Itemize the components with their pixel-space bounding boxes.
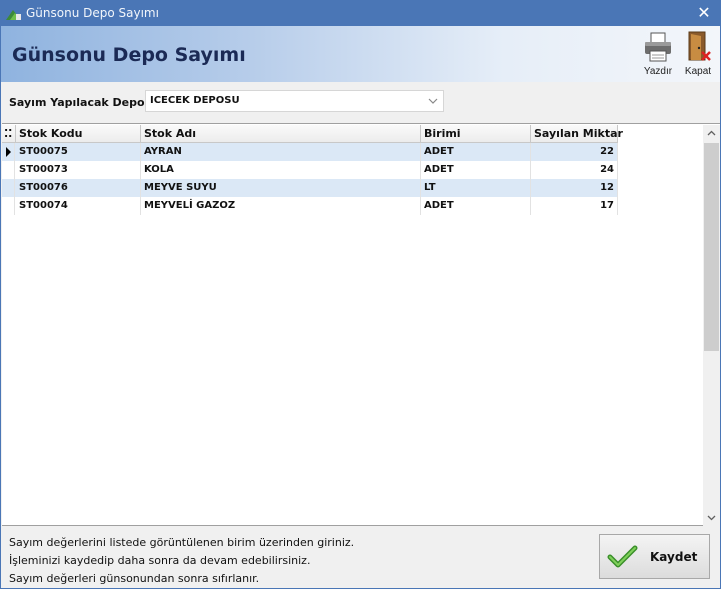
- printer-icon: [645, 32, 671, 62]
- cell-unit[interactable]: ADET: [421, 197, 531, 215]
- cell-counted-qty[interactable]: 17: [531, 197, 618, 215]
- print-button[interactable]: Yazdır: [639, 28, 677, 80]
- cell-stock-code[interactable]: ST00076: [16, 179, 141, 197]
- scroll-down-icon[interactable]: [703, 509, 720, 526]
- info-line: Sayım değerlerini listede görüntülenen b…: [9, 536, 355, 549]
- row-indicator[interactable]: [2, 179, 15, 197]
- row-pointer-icon: [6, 147, 11, 157]
- cell-stock-name[interactable]: AYRAN: [141, 143, 421, 161]
- depot-dropdown[interactable]: ICECEK DEPOSU: [145, 90, 444, 112]
- depot-value: ICECEK DEPOSU: [150, 95, 240, 106]
- main-window: Günsonu Depo Sayımı Yazdır Kapat Sayım Y…: [0, 26, 721, 589]
- column-header-stock-code[interactable]: Stok Kodu: [16, 125, 141, 143]
- cell-unit[interactable]: LT: [421, 179, 531, 197]
- app-logo-icon: [6, 10, 21, 20]
- exit-door-icon: [688, 31, 711, 61]
- save-label: Kaydet: [650, 550, 698, 564]
- column-header-stock-name[interactable]: Stok Adı: [141, 125, 421, 143]
- cell-counted-qty[interactable]: 24: [531, 161, 618, 179]
- window-title: Günsonu Depo Sayımı: [26, 6, 159, 20]
- cell-counted-qty[interactable]: 12: [531, 179, 618, 197]
- cell-stock-name[interactable]: KOLA: [141, 161, 421, 179]
- row-indicator[interactable]: [2, 197, 15, 215]
- exit-label: Kapat: [684, 66, 712, 77]
- cell-stock-code[interactable]: ST00074: [16, 197, 141, 215]
- scrollbar-thumb[interactable]: [704, 143, 719, 351]
- row-indicator[interactable]: [2, 143, 15, 161]
- cell-stock-name[interactable]: MEYVELİ GAZOZ: [141, 197, 421, 215]
- cell-unit[interactable]: ADET: [421, 143, 531, 161]
- checkmark-icon: [607, 545, 638, 568]
- vertical-scrollbar[interactable]: [703, 125, 720, 526]
- row-indicator[interactable]: [2, 161, 15, 179]
- print-label: Yazdır: [643, 66, 673, 77]
- page-title: Günsonu Depo Sayımı: [12, 44, 246, 66]
- table-row[interactable]: ST00075 AYRAN ADET 22: [2, 143, 618, 161]
- table-row[interactable]: ST00074 MEYVELİ GAZOZ ADET 17: [2, 197, 618, 215]
- grid-corner[interactable]: ⁚⁚: [2, 125, 16, 143]
- column-header-counted-qty[interactable]: Sayılan Miktar: [531, 125, 623, 143]
- footer-panel: Sayım değerlerini listede görüntülenen b…: [1, 528, 720, 588]
- close-icon[interactable]: ✕: [687, 0, 721, 26]
- title-bar: Günsonu Depo Sayımı ✕: [0, 0, 721, 26]
- info-line: Sayım değerleri günsonundan sonra sıfırl…: [9, 572, 260, 585]
- scroll-up-icon[interactable]: [703, 125, 720, 142]
- cell-stock-name[interactable]: MEYVE SUYU: [141, 179, 421, 197]
- chevron-down-icon[interactable]: [427, 95, 439, 107]
- table-row[interactable]: ST00076 MEYVE SUYU LT 12: [2, 179, 618, 197]
- info-line: İşleminizi kaydedip daha sonra da devam …: [9, 554, 311, 567]
- cell-unit[interactable]: ADET: [421, 161, 531, 179]
- stock-count-grid[interactable]: ⁚⁚ Stok Kodu Stok Adı Birimi Sayılan Mik…: [2, 123, 720, 526]
- cell-counted-qty[interactable]: 22: [531, 143, 618, 161]
- header-banner: Günsonu Depo Sayımı Yazdır Kapat: [1, 26, 720, 82]
- depot-selector-row: Sayım Yapılacak Depo ICECEK DEPOSU: [1, 86, 720, 118]
- column-header-unit[interactable]: Birimi: [421, 125, 531, 143]
- cell-stock-code[interactable]: ST00075: [16, 143, 141, 161]
- exit-button[interactable]: Kapat: [679, 28, 717, 80]
- depot-label: Sayım Yapılacak Depo: [9, 96, 145, 109]
- table-row[interactable]: ST00073 KOLA ADET 24: [2, 161, 618, 179]
- save-button[interactable]: Kaydet: [599, 534, 710, 579]
- cell-stock-code[interactable]: ST00073: [16, 161, 141, 179]
- grid-header: ⁚⁚ Stok Kodu Stok Adı Birimi Sayılan Mik…: [2, 125, 623, 143]
